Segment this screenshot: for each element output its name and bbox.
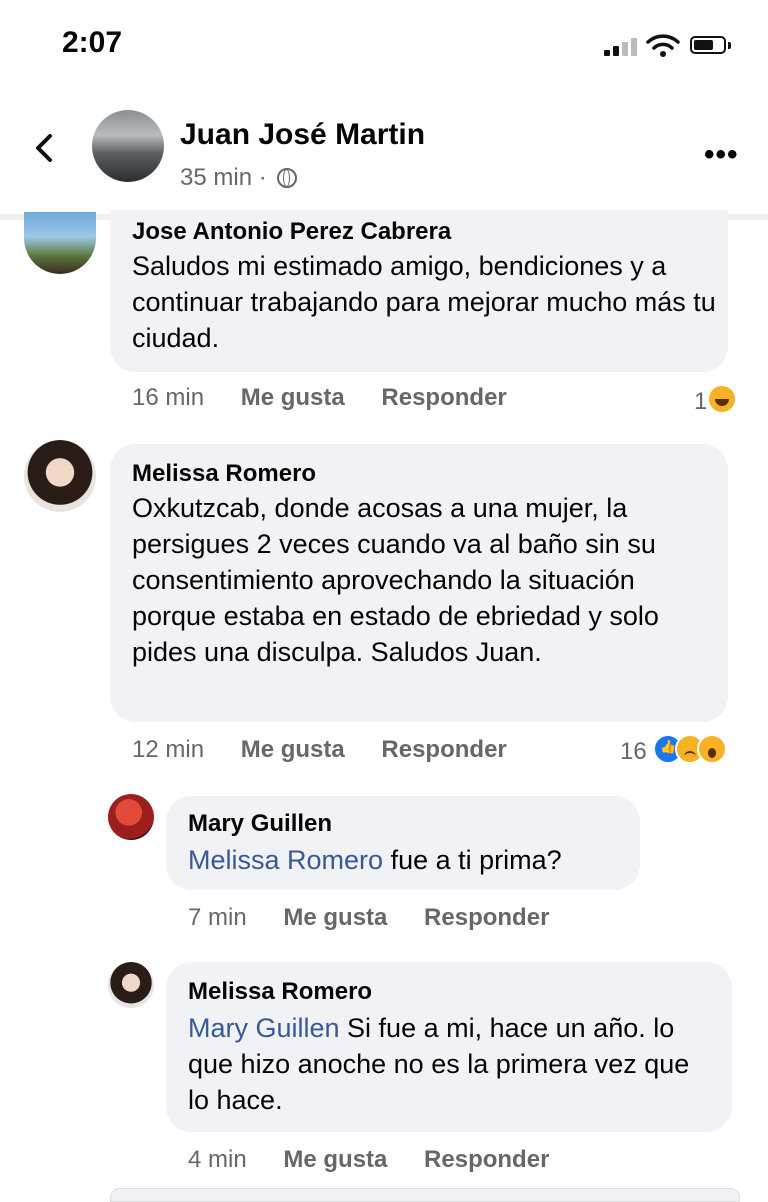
like-button[interactable]: Me gusta	[241, 736, 345, 763]
reaction-summary[interactable]: 16	[620, 734, 728, 766]
commenter-avatar[interactable]	[24, 440, 96, 512]
post-author-name[interactable]: Juan José Martin	[180, 118, 425, 152]
meta-separator: ·	[258, 164, 267, 191]
wow-reaction-icon	[697, 734, 728, 764]
reply-button[interactable]: Responder	[424, 904, 549, 931]
reply-button[interactable]: Responder	[381, 736, 506, 763]
reply-author-avatar[interactable]	[108, 962, 154, 1008]
comment-bubble: Jose Antonio Perez Cabrera Saludos mi es…	[110, 210, 728, 372]
reply-author[interactable]: Melissa Romero	[188, 978, 372, 1006]
reply-actions: 4 min Me gusta Responder	[188, 1146, 549, 1174]
reply-time[interactable]: 4 min	[188, 1146, 247, 1173]
status-time: 2:07	[62, 26, 123, 59]
reaction-summary[interactable]: 1	[694, 384, 738, 416]
comment-bubble: Melissa Romero Oxkutzcab, donde acosas a…	[110, 444, 728, 722]
haha-reaction-icon	[707, 384, 738, 414]
comment-actions: 12 min Me gusta Responder	[132, 736, 507, 764]
post-time[interactable]: 35 min	[180, 164, 252, 191]
comment-actions: 16 min Me gusta Responder	[132, 384, 507, 412]
reply-bubble: Mary Guillen Melissa Romero fue a ti pri…	[166, 796, 640, 890]
reply-actions: 7 min Me gusta Responder	[188, 904, 549, 932]
reply-author-avatar[interactable]	[108, 794, 154, 840]
comment-text: Saludos mi estimado amigo, bendiciones y…	[132, 251, 716, 353]
wifi-icon	[646, 34, 680, 57]
cellular-signal-icon	[604, 38, 640, 56]
more-options-icon[interactable]: •••	[704, 138, 739, 172]
comment-text: Oxkutzcab, donde acosas a una mujer, la …	[132, 493, 659, 667]
comment-author[interactable]: Melissa Romero	[132, 460, 316, 488]
post-meta: 35 min ·	[180, 164, 298, 192]
battery-icon	[690, 36, 726, 54]
mention-link[interactable]: Melissa Romero	[188, 845, 383, 875]
reply-text: Melissa Romero fue a ti prima?	[188, 842, 628, 878]
back-arrow-icon[interactable]	[30, 130, 60, 166]
battery-cap	[728, 42, 731, 49]
mention-link[interactable]: Mary Guillen	[188, 1013, 340, 1043]
comment-time[interactable]: 12 min	[132, 736, 204, 763]
comment-author[interactable]: Jose Antonio Perez Cabrera	[132, 218, 451, 246]
reply-body: fue a ti prima?	[383, 845, 562, 875]
reply-author[interactable]: Mary Guillen	[188, 810, 332, 838]
reply-bubble: Melissa Romero Mary Guillen Si fue a mi,…	[166, 962, 732, 1132]
reply-text: Mary Guillen Si fue a mi, hace un año. l…	[188, 1010, 708, 1118]
globe-icon	[277, 168, 298, 188]
reply-button[interactable]: Responder	[381, 384, 506, 411]
post-author-avatar[interactable]	[92, 110, 164, 182]
reaction-count: 1	[694, 388, 708, 415]
commenter-avatar[interactable]	[24, 212, 96, 274]
like-button[interactable]: Me gusta	[241, 384, 345, 411]
like-button[interactable]: Me gusta	[283, 1146, 387, 1173]
like-button[interactable]: Me gusta	[283, 904, 387, 931]
reply-time[interactable]: 7 min	[188, 904, 247, 931]
comment-time[interactable]: 16 min	[132, 384, 204, 411]
reaction-count: 16	[620, 738, 647, 765]
reply-button[interactable]: Responder	[424, 1146, 549, 1173]
next-comment-peek	[110, 1188, 740, 1202]
